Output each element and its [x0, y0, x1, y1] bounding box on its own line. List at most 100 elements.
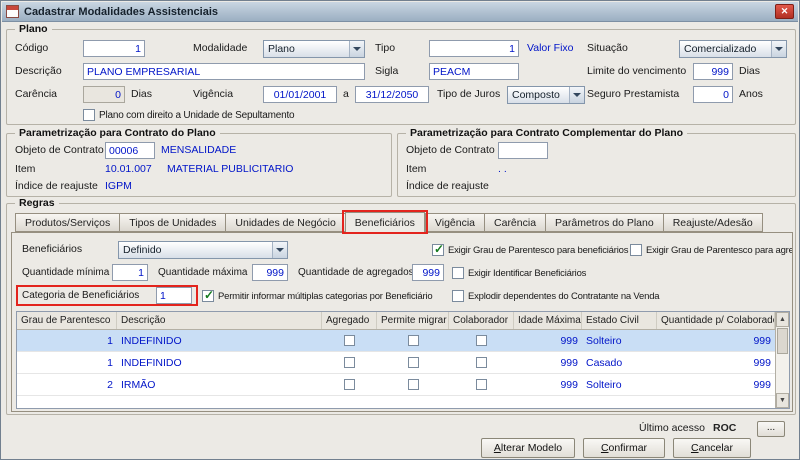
regras-tabs: Produtos/Serviços Tipos de Unidades Unid…	[15, 210, 763, 234]
chevron-down-icon	[771, 41, 786, 57]
cell-permite-migrar	[377, 357, 449, 368]
cell-grau: 2	[107, 378, 113, 391]
cell-descricao: INDEFINIDO	[121, 334, 182, 347]
permite-migrar-checkbox[interactable]	[407, 357, 419, 368]
permite-migrar-checkbox[interactable]	[407, 379, 419, 390]
vigencia-separator: a	[343, 88, 349, 100]
more-button[interactable]: ...	[757, 421, 785, 437]
seguro-input[interactable]	[693, 86, 733, 103]
objeto-contrato-input[interactable]	[105, 142, 155, 159]
cell-idade-maxima: 999	[560, 334, 578, 347]
tab-produtos-servicos[interactable]: Produtos/Serviços	[15, 213, 120, 232]
descricao-input[interactable]	[83, 63, 365, 80]
codigo-input[interactable]	[83, 40, 145, 57]
group-contrato: Parametrização para Contrato do Plano Ob…	[6, 127, 392, 197]
table-header-row: Grau de Parentesco Descrição Agregado Pe…	[17, 312, 775, 330]
item-desc: MATERIAL PUBLICITARIO	[167, 163, 294, 175]
chevron-down-icon	[349, 41, 364, 57]
checkbox-multiplas-categorias-label: Permitir informar múltiplas categorias p…	[218, 290, 433, 302]
cell-colaborador	[449, 379, 514, 390]
agregado-checkbox[interactable]	[344, 335, 355, 346]
column-header-agregado[interactable]: Agregado	[322, 312, 377, 329]
table-row[interactable]: 1 INDEFINIDO 999 Solteiro 999	[17, 330, 775, 352]
carencia-label: Carência	[15, 88, 58, 100]
colaborador-checkbox[interactable]	[476, 335, 487, 346]
tipo-input[interactable]	[429, 40, 519, 57]
permite-migrar-checkbox[interactable]	[407, 335, 419, 346]
scroll-down-icon[interactable]: ▼	[776, 393, 789, 408]
column-header-colaborador[interactable]: Colaborador	[449, 312, 514, 329]
indice-complementar-label: Índice de reajuste	[406, 180, 489, 192]
juros-select[interactable]: Composto	[507, 86, 585, 104]
tab-carencia[interactable]: Carência	[484, 213, 546, 232]
colaborador-checkbox[interactable]	[476, 379, 487, 390]
carencia-input[interactable]	[83, 86, 125, 103]
column-header-qtd-colaborador[interactable]: Quantidade p/ Colaborador	[657, 312, 775, 329]
tab-tipos-de-unidades[interactable]: Tipos de Unidades	[119, 213, 226, 232]
tab-unidades-de-negocio[interactable]: Unidades de Negócio	[225, 213, 345, 232]
table-row[interactable]: 1 INDEFINIDO 999 Casado 999	[17, 352, 775, 374]
checkbox-exigir-identificar[interactable]: Exigir Identificar Beneficiários	[452, 266, 586, 280]
checkbox-sepultamento[interactable]: Plano com direito a Unidade de Sepultame…	[83, 108, 295, 122]
vertical-scrollbar[interactable]: ▲ ▼	[775, 312, 789, 408]
qtd-maxima-label: Quantidade máxima	[158, 267, 248, 278]
cell-permite-migrar	[377, 335, 449, 346]
column-header-permite-migrar[interactable]: Permite migrar	[377, 312, 449, 329]
colaborador-checkbox[interactable]	[476, 357, 487, 368]
qtd-minima-input[interactable]	[112, 264, 148, 281]
agregado-checkbox[interactable]	[344, 379, 355, 390]
confirmar-button[interactable]: Confirmar	[583, 438, 665, 458]
qtd-agregados-label: Quantidade de agregados	[298, 267, 414, 278]
beneficiarios-select[interactable]: Definido	[118, 241, 288, 259]
tab-vigencia[interactable]: Vigência	[424, 213, 485, 232]
vigencia-label: Vigência	[193, 88, 234, 100]
cell-descricao: IRMÃO	[121, 378, 156, 391]
chevron-down-icon	[569, 87, 584, 103]
checkbox-box	[202, 288, 214, 302]
cancelar-button[interactable]: Cancelar	[673, 438, 751, 458]
tipo-suffix: Valor Fixo	[527, 42, 574, 54]
vigencia-to-input[interactable]	[355, 86, 429, 103]
sigla-input[interactable]	[429, 63, 519, 80]
checkbox-exigir-grau-beneficiarios[interactable]: Exigir Grau de Parentesco para beneficiá…	[432, 242, 629, 257]
scroll-up-icon[interactable]: ▲	[776, 312, 789, 327]
ultimo-acesso-label: Último acesso	[639, 422, 705, 434]
scrollbar-thumb[interactable]	[777, 328, 788, 354]
alterar-modelo-button[interactable]: Alterar Modelo	[481, 438, 575, 458]
checkbox-box	[630, 244, 642, 256]
cell-agregado	[322, 379, 377, 390]
item-complementar-label: Item	[406, 163, 427, 175]
checkbox-exigir-grau-agregados[interactable]: Exigir Grau de Parentesco para agregados	[630, 243, 792, 257]
item-code: 10.01.007	[105, 163, 152, 175]
column-header-idade-maxima[interactable]: Idade Máxima	[514, 312, 582, 329]
tipo-label: Tipo	[375, 42, 396, 54]
limite-input[interactable]	[693, 63, 733, 80]
agregado-checkbox[interactable]	[344, 357, 355, 368]
cell-estado-civil: Solteiro	[586, 378, 622, 391]
column-header-grau[interactable]: Grau de Parentesco	[17, 312, 117, 329]
column-header-estado-civil[interactable]: Estado Civil	[582, 312, 657, 329]
qtd-maxima-input[interactable]	[252, 264, 288, 281]
cell-grau: 1	[107, 356, 113, 369]
indice-reajuste-label: Índice de reajuste	[15, 180, 98, 192]
seguro-label: Seguro Prestamista	[587, 88, 680, 100]
tab-beneficiarios[interactable]: Beneficiários	[341, 210, 428, 234]
categoria-input[interactable]	[156, 287, 192, 304]
qtd-agregados-input[interactable]	[412, 264, 444, 281]
table-row[interactable]: 2 IRMÃO 999 Solteiro 999	[17, 374, 775, 396]
checkbox-explodir-dependentes[interactable]: Explodir dependentes do Contratante na V…	[452, 289, 660, 303]
objeto-complementar-input[interactable]	[498, 142, 548, 159]
column-header-descricao[interactable]: Descrição	[117, 312, 322, 329]
close-button[interactable]: ✕	[775, 4, 794, 19]
checkbox-box	[452, 267, 464, 279]
tab-reajuste-adesao[interactable]: Reajuste/Adesão	[662, 213, 763, 232]
vigencia-from-input[interactable]	[263, 86, 337, 103]
checkbox-exigir-grau-beneficiarios-label: Exigir Grau de Parentesco para beneficiá…	[448, 244, 629, 256]
cell-colaborador	[449, 357, 514, 368]
modalidade-select[interactable]: Plano	[263, 40, 365, 58]
group-contrato-title: Parametrização para Contrato do Plano	[15, 127, 220, 139]
scrollbar-track[interactable]	[776, 327, 789, 393]
situacao-select[interactable]: Comercializado	[679, 40, 787, 58]
tab-parametros-do-plano[interactable]: Parâmetros do Plano	[545, 213, 663, 232]
checkbox-multiplas-categorias[interactable]: Permitir informar múltiplas categorias p…	[202, 288, 433, 303]
